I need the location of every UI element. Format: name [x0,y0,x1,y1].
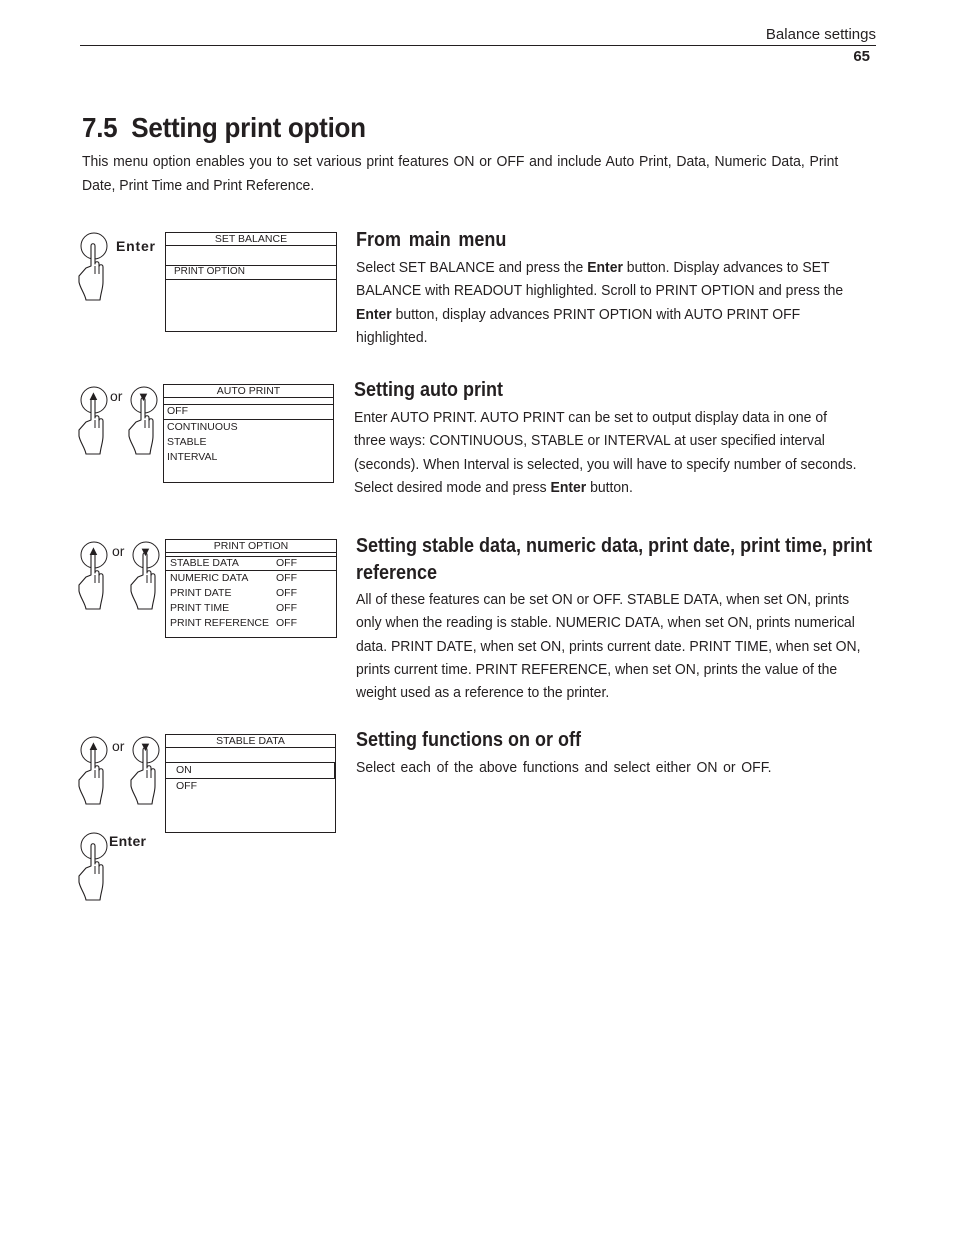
down-arrow-icon: ▼ [137,389,150,404]
enter-emphasis: Enter [356,305,392,323]
text: Select SET BALANCE and press the [356,259,588,276]
display-row: PRINT REFERENCE OFF [166,616,336,631]
down-button-illustration: ▼ [130,539,170,611]
section-body-functions: Select each of the above functions and s… [356,759,772,776]
option-name: PRINT REFERENCE [170,617,269,629]
display-row-selected: OFF [164,405,333,420]
display-title: PRINT OPTION [166,540,336,553]
display-set-balance: SET BALANCE PRINT OPTION [165,232,337,332]
display-row-selected: ON [166,763,335,779]
hand-enter-icon [78,230,118,302]
or-label: or [110,388,123,404]
section-body-print-features: All of these features can be set ON or O… [356,591,861,702]
option-value: OFF [276,587,297,599]
option-name: STABLE DATA [170,557,239,569]
display-row: NUMERIC DATA OFF [166,571,336,586]
text: button, display advances PRINT OPTION wi… [356,305,801,346]
display-row: PRINT TIME OFF [166,601,336,616]
section-body-main-menu: Select SET BALANCE and press the Enter b… [356,256,862,349]
option-value: OFF [276,617,297,629]
running-header-section: Balance settings [765,26,876,43]
down-arrow-icon: ▼ [139,739,152,754]
down-arrow-icon: ▼ [139,544,152,559]
display-stable-data: STABLE DATA ON OFF [165,734,336,833]
text: button. [586,478,633,496]
section-body-auto-print: Enter AUTO PRINT. AUTO PRINT can be set … [354,406,860,499]
option-name: NUMERIC DATA [170,572,249,584]
display-title: SET BALANCE [166,233,336,246]
display-auto-print: AUTO PRINT OFF CONTINUOUS STABLE INTERVA… [163,384,334,483]
display-title: AUTO PRINT [164,385,333,398]
page-number: 65 [853,48,870,65]
enter-label: Enter [109,833,147,849]
display-row: STABLE [167,436,207,448]
section-heading-auto-print: Setting auto print [354,379,503,401]
option-name: PRINT TIME [170,602,230,614]
display-row: INTERVAL [167,451,218,463]
up-arrow-icon: ▲ [87,388,100,403]
display-print-option: PRINT OPTION STABLE DATA OFF NUMERIC DAT… [165,539,337,638]
intro-paragraph: This menu option enables you to set vari… [82,153,839,194]
header-rule [80,45,876,46]
enter-button-illustration [78,230,118,302]
enter-emphasis: Enter [550,478,587,496]
option-value: OFF [276,602,297,614]
display-row: CONTINUOUS [167,421,238,433]
display-title: STABLE DATA [166,735,335,748]
display-row-empty [166,246,336,266]
page-title: 7.5 Setting print option [82,112,366,143]
down-button-illustration: ▼ [128,384,168,456]
display-row: OFF [176,780,197,792]
display-row-selected: STABLE DATA OFF [166,557,336,571]
enter-emphasis: Enter [587,259,623,276]
display-row: PRINT DATE OFF [166,586,336,601]
down-button-illustration: ▼ [130,734,170,806]
option-name: PRINT DATE [170,587,232,599]
display-row-selected: PRINT OPTION [166,266,336,280]
up-arrow-icon: ▲ [87,738,100,753]
or-label: or [112,738,125,754]
option-value: OFF [276,572,297,584]
or-label: or [112,543,125,559]
up-arrow-icon: ▲ [87,543,100,558]
section-heading-functions: Setting functions on or off [356,729,581,751]
section-heading-main-menu: From main menu [356,229,507,251]
enter-label: Enter [116,238,156,254]
option-value: OFF [276,557,297,569]
section-heading-print-features: Setting stable data, numeric data, print… [356,535,873,584]
